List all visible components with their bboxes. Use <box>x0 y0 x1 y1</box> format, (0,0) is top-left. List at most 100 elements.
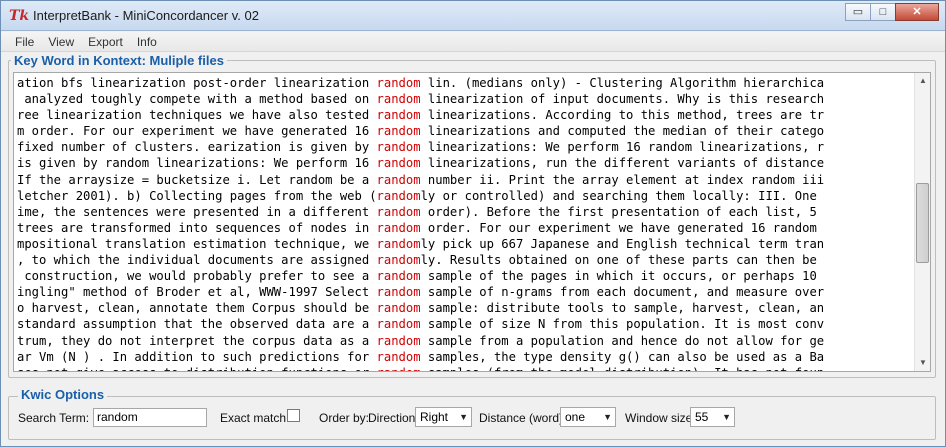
line-left-context: is given by random linearizations: We pe… <box>17 156 377 171</box>
line-keyword: random <box>376 108 421 123</box>
line-right-context: linearizations and computed the median o… <box>420 124 825 139</box>
concordance-line: , to which the individual documents are … <box>17 252 913 268</box>
line-keyword: random <box>376 349 421 364</box>
search-term-label: Search Term: <box>18 411 90 425</box>
concordance-line: standard assumption that the observed da… <box>17 316 913 332</box>
line-right-context: linearization of input documents. Why is… <box>420 92 825 107</box>
window-size-select[interactable]: 55 ▼ <box>690 407 735 427</box>
line-left-context: analyzed toughly compete with a method b… <box>17 92 377 107</box>
concordance-line: ar Vm (N ) . In addition to such predict… <box>17 349 913 365</box>
concordance-text-area[interactable]: ation bfs linearization post-order linea… <box>13 72 931 372</box>
scroll-down-arrow-icon[interactable]: ▼ <box>915 355 930 371</box>
line-right-context: order. For our experiment we have genera… <box>420 220 817 235</box>
search-term-input[interactable]: random <box>93 408 207 427</box>
line-right-context: ly. Results obtained on one of these par… <box>420 253 817 268</box>
line-left-context: mpositional translation estimation techn… <box>17 236 377 251</box>
line-right-context: number ii. Print the array element at in… <box>420 172 825 187</box>
line-right-context: lin. (medians only) - Clustering Algorit… <box>420 76 825 90</box>
line-right-context: sample: distribute tools to sample, harv… <box>420 301 825 316</box>
concordance-lines: ation bfs linearization post-order linea… <box>17 75 913 371</box>
scroll-up-arrow-icon[interactable]: ▲ <box>915 73 930 89</box>
line-keyword: random <box>376 188 421 203</box>
line-keyword: random <box>377 366 421 371</box>
line-left-context: letcher 2001). b) Collecting pages from … <box>17 188 377 203</box>
line-left-context: ses not give access to distribution func… <box>17 366 377 371</box>
menu-view[interactable]: View <box>41 32 81 52</box>
concordance-line: letcher 2001). b) Collecting pages from … <box>17 188 913 204</box>
line-keyword: random <box>376 301 421 316</box>
menu-bar: File View Export Info <box>1 32 945 52</box>
concordance-line: ime, the sentences were presented in a d… <box>17 204 913 220</box>
menu-export[interactable]: Export <box>81 32 130 52</box>
line-keyword: random <box>376 285 421 300</box>
line-right-context: sample from a population and hence do no… <box>420 333 825 348</box>
line-right-context: ly pick up 667 Japanese and English tech… <box>420 236 825 251</box>
concordance-line: o harvest, clean, annotate them Corpus s… <box>17 300 913 316</box>
distance-dropdown-arrow-icon: ▼ <box>603 412 612 422</box>
line-keyword: random <box>376 156 421 171</box>
line-keyword: random <box>376 220 421 235</box>
distance-value: one <box>565 410 586 424</box>
concordance-line: mpositional translation estimation techn… <box>17 236 913 252</box>
line-left-context: ation bfs linearization post-order linea… <box>17 76 377 90</box>
scrollbar-thumb[interactable] <box>916 183 929 263</box>
distance-select[interactable]: one ▼ <box>560 407 616 427</box>
kwic-group-title: Key Word in Kontext: Muliple files <box>11 53 227 69</box>
direction-select[interactable]: Right ▼ <box>415 407 472 427</box>
line-keyword: random <box>376 317 421 332</box>
line-right-context: sample of n-grams from each document, an… <box>420 285 825 300</box>
concordance-line: ingling" method of Broder et al, WWW-199… <box>17 284 913 300</box>
line-right-context: sample of size N from this population. I… <box>420 317 825 332</box>
exact-match-checkbox[interactable] <box>287 409 300 422</box>
line-keyword: random <box>376 204 421 219</box>
line-right-context: linearizations, run the different varian… <box>420 156 825 171</box>
window-size-label: Window size <box>625 411 693 425</box>
exact-match-label: Exact match <box>220 411 287 425</box>
concordance-line: fixed number of clusters. earization is … <box>17 139 913 155</box>
concordance-line: is given by random linearizations: We pe… <box>17 155 913 171</box>
concordance-line: ree linearization techniques we have als… <box>17 107 913 123</box>
line-left-context: trum, they do not interpret the corpus d… <box>17 333 377 348</box>
line-left-context: fixed number of clusters. earization is … <box>17 140 377 155</box>
line-right-context: linearizations. According to this method… <box>420 108 825 123</box>
order-by-label: Order by: <box>319 411 370 425</box>
close-button[interactable]: ✕ <box>895 3 939 21</box>
line-left-context: ree linearization techniques we have als… <box>17 108 377 123</box>
concordance-line: m order. For our experiment we have gene… <box>17 123 913 139</box>
direction-dropdown-arrow-icon: ▼ <box>459 412 468 422</box>
window-size-value: 55 <box>695 410 709 424</box>
line-left-context: ime, the sentences were presented in a d… <box>17 204 377 219</box>
distance-label: Distance (word) <box>479 411 564 425</box>
window-title: InterpretBank - MiniConcordancer v. 02 <box>33 8 259 23</box>
concordance-line: ation bfs linearization post-order linea… <box>17 75 913 91</box>
line-right-context: samples, the type density g() can also b… <box>420 349 825 364</box>
concordance-line: trees are transformed into sequences of … <box>17 220 913 236</box>
line-keyword: random <box>376 172 421 187</box>
maximize-button[interactable]: □ <box>870 3 896 21</box>
direction-value: Right <box>420 410 449 424</box>
line-keyword: random <box>376 269 421 284</box>
line-right-context: sample of the pages in which it occurs, … <box>420 269 817 284</box>
menu-info[interactable]: Info <box>130 32 164 52</box>
line-keyword: random <box>376 333 421 348</box>
tk-app-icon: Tk <box>9 8 30 24</box>
menu-file[interactable]: File <box>1 32 41 52</box>
line-left-context: trees are transformed into sequences of … <box>17 220 377 235</box>
line-keyword: random <box>376 76 421 90</box>
line-keyword: random <box>376 124 421 139</box>
line-left-context: standard assumption that the observed da… <box>17 317 377 332</box>
line-left-context: ingling" method of Broder et al, WWW-199… <box>17 285 377 300</box>
concordance-line: construction, we would probably prefer t… <box>17 268 913 284</box>
line-keyword: random <box>376 236 421 251</box>
minimize-button[interactable]: ▭ <box>845 3 871 21</box>
line-right-context: samples (from the model distribution). I… <box>421 366 824 371</box>
concordance-line: ses not give access to distribution func… <box>17 365 913 371</box>
concordance-line: trum, they do not interpret the corpus d… <box>17 333 913 349</box>
line-right-context: order). Before the first presentation of… <box>420 204 817 219</box>
title-bar[interactable]: Tk InterpretBank - MiniConcordancer v. 0… <box>1 1 945 31</box>
line-keyword: random <box>376 92 421 107</box>
vertical-scrollbar[interactable]: ▲ ▼ <box>914 73 930 371</box>
line-left-context: ar Vm (N ) . In addition to such predict… <box>17 349 377 364</box>
line-keyword: random <box>376 253 421 268</box>
window-controls: ▭ □ ✕ <box>845 3 939 23</box>
